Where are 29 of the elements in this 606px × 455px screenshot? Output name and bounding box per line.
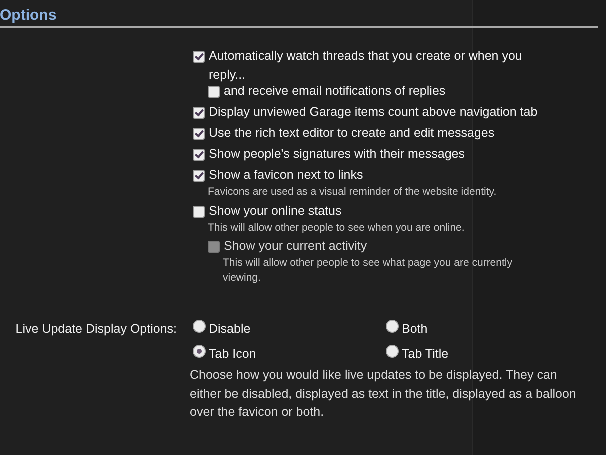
radio-label: Both	[402, 321, 428, 337]
radio-button[interactable]	[193, 320, 206, 333]
checkbox-label: Automatically watch threads that you create or when you reply...	[209, 48, 524, 84]
radio-button[interactable]	[193, 345, 206, 358]
checkbox-label: Show a favicon next to links	[209, 167, 364, 184]
radio-label: Disable	[209, 321, 251, 337]
checkbox[interactable]	[193, 149, 205, 161]
checkbox-label: Show your online status	[209, 203, 342, 220]
checkbox-label: Show your current activity	[224, 238, 368, 255]
explanation-text: Choose how you would like live updates to be displayed. They can either be disabled, displayed as text in the title, displayed as a balloon over the favicon or both.	[190, 367, 578, 421]
checkbox-label: Use the rich text editor to create and edit messages	[209, 125, 495, 142]
hint-text: Favicons are used as a visual reminder of the website identity.	[207, 185, 498, 200]
checkbox[interactable]	[193, 51, 205, 63]
checkbox-label: Display unviewed Garage items count above navigation tab	[209, 104, 538, 121]
checkbox[interactable]	[193, 107, 205, 119]
radio-label: Tab Icon	[209, 346, 256, 362]
checkbox[interactable]	[193, 206, 205, 218]
hint-text: This will allow other people to see when you are online.	[207, 221, 466, 236]
checkbox[interactable]	[193, 128, 205, 140]
radio-button[interactable]	[386, 320, 399, 333]
radio-label: Tab Title	[402, 346, 449, 362]
section-title: Options	[0, 0, 598, 28]
hint-text: This will allow other people to see what page you are currently viewing.	[222, 256, 514, 286]
checkbox-label: Show people's signatures with their messages	[209, 146, 465, 163]
checkbox-label: and receive email notifications of replies	[224, 83, 446, 100]
checkbox[interactable]	[208, 86, 220, 98]
radio-button[interactable]	[386, 345, 399, 358]
field-label: Live Update Display Options:	[16, 322, 177, 338]
checkbox[interactable]	[193, 170, 205, 182]
